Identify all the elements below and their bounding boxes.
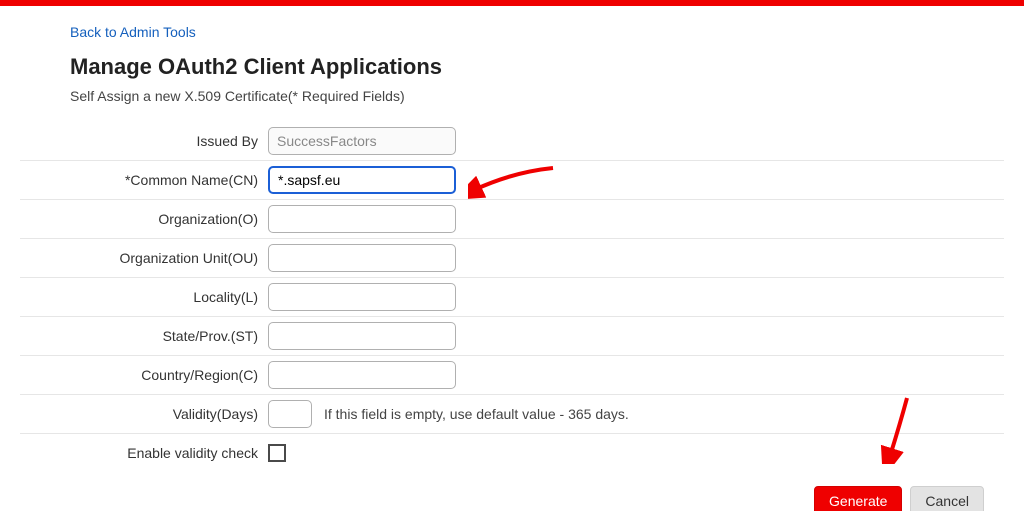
organization-label: Organization(O) — [20, 211, 268, 227]
cancel-button[interactable]: Cancel — [910, 486, 984, 511]
subtitle: Self Assign a new X.509 Certificate(* Re… — [70, 88, 1004, 104]
common-name-label: *Common Name(CN) — [20, 172, 268, 188]
back-to-admin-link[interactable]: Back to Admin Tools — [70, 24, 196, 40]
enable-validity-label: Enable validity check — [20, 445, 268, 461]
validity-hint: If this field is empty, use default valu… — [324, 406, 629, 422]
issued-by-input — [268, 127, 456, 155]
generate-button[interactable]: Generate — [814, 486, 902, 511]
state-label: State/Prov.(ST) — [20, 328, 268, 344]
certificate-form: Issued By *Common Name(CN) Organization(… — [20, 122, 1004, 511]
organization-unit-input[interactable] — [268, 244, 456, 272]
validity-input[interactable] — [268, 400, 312, 428]
locality-label: Locality(L) — [20, 289, 268, 305]
validity-label: Validity(Days) — [20, 406, 268, 422]
issued-by-label: Issued By — [20, 133, 268, 149]
organization-input[interactable] — [268, 205, 456, 233]
page-title: Manage OAuth2 Client Applications — [70, 54, 1004, 80]
country-label: Country/Region(C) — [20, 367, 268, 383]
enable-validity-checkbox[interactable] — [268, 444, 286, 462]
organization-unit-label: Organization Unit(OU) — [20, 250, 268, 266]
state-input[interactable] — [268, 322, 456, 350]
country-input[interactable] — [268, 361, 456, 389]
locality-input[interactable] — [268, 283, 456, 311]
common-name-input[interactable] — [268, 166, 456, 194]
